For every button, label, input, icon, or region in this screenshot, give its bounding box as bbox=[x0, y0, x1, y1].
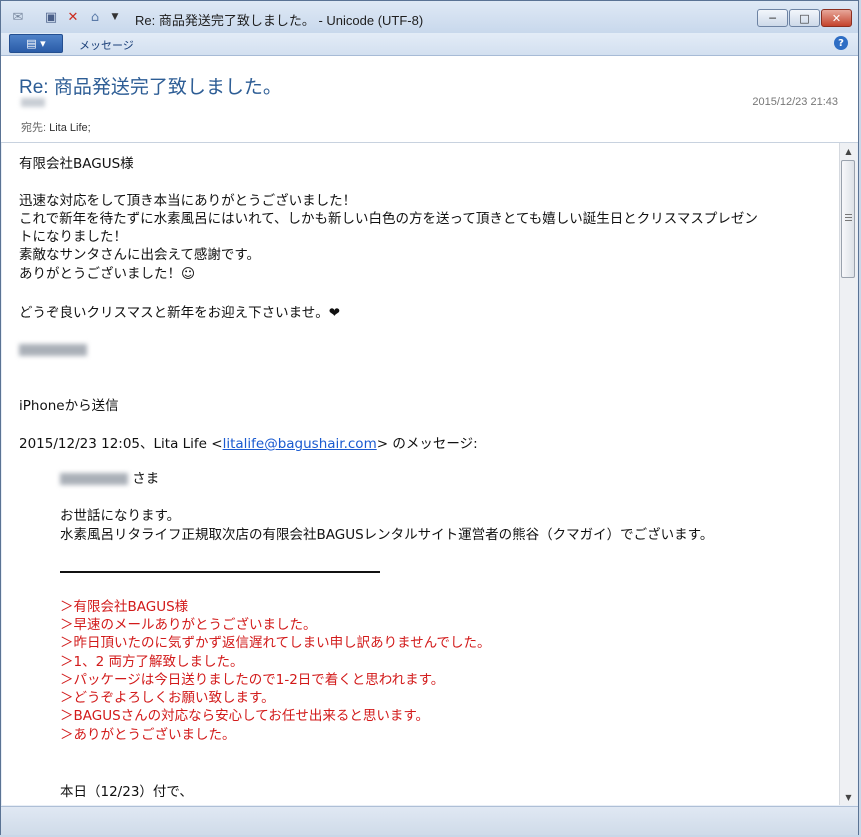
quoted-line: お世話になります。 bbox=[60, 508, 181, 524]
help-icon[interactable]: ? bbox=[834, 36, 848, 50]
recipient-line: 宛先: Lita Life; bbox=[21, 119, 91, 135]
quoted-red-line: ＞ありがとうございました。 bbox=[60, 727, 236, 743]
to-value: Lita Life; bbox=[49, 122, 91, 134]
quoted-red-line: ＞昨日頂いたのに気ずかず返信遅れてしまい申し訳ありませんでした。 bbox=[60, 635, 491, 651]
message-date: 2015/12/23 21:43 bbox=[752, 96, 838, 108]
ribbon-bar: ▤ ▾ メッセージ ? bbox=[1, 33, 858, 56]
window-title: Re: 商品発送完了致しました。 - Unicode (UTF-8) bbox=[135, 13, 424, 28]
minimize-button[interactable]: ─ bbox=[757, 9, 788, 27]
chevron-down-icon[interactable]: ▼ bbox=[107, 9, 123, 25]
view-menu-button[interactable]: ▤ ▾ bbox=[9, 34, 63, 53]
body-line: 素敵なサンタさんに出会えて感謝です。 bbox=[19, 247, 260, 263]
divider-line bbox=[60, 571, 380, 573]
quoted-red-line: ＞早速のメールありがとうございました。 bbox=[60, 617, 317, 633]
sent-from: iPhoneから送信 bbox=[19, 398, 119, 414]
sama-text: さま bbox=[128, 471, 160, 487]
body-line: どうぞ良いクリスマスと新年をお迎え下さいませ。❤ bbox=[19, 305, 341, 321]
body-line: 迅速な対応をして頂き本当にありがとうございました！ bbox=[19, 193, 357, 209]
move-to-folder-icon[interactable]: ⌂ bbox=[87, 9, 103, 25]
title-bar: ✉ ▣ ✕ ⌂ ▼ Re: 商品発送完了致しました。 - Unicode (UT… bbox=[1, 1, 858, 33]
quote-intro-suffix: > のメッセージ: bbox=[376, 436, 478, 452]
envelope-icon: ✉ bbox=[12, 9, 24, 25]
save-icon[interactable]: ▣ bbox=[43, 9, 59, 25]
greeting: 有限会社BAGUS様 bbox=[19, 156, 134, 172]
email-link[interactable]: litalife@bagushair.com bbox=[223, 436, 377, 452]
quoted-red-line: ＞1、2 両方了解致しました。 bbox=[60, 654, 244, 670]
quoted-red-line: ＞有限会社BAGUS様 bbox=[60, 599, 189, 615]
quoted-red-line: ＞どうぞよろしくお願い致します。 bbox=[60, 690, 275, 706]
tab-message[interactable]: メッセージ bbox=[79, 37, 134, 53]
quote-intro-text: 2015/12/23 12:05、Lita Life < bbox=[19, 436, 223, 452]
quoted-line: 水素風呂リタライフ正規取次店の有限会社BAGUSレンタルサイト運営者の熊谷（クマ… bbox=[60, 527, 714, 543]
vertical-scrollbar[interactable]: ▲ ▼ bbox=[839, 143, 857, 805]
sender-name-redacted bbox=[21, 98, 45, 107]
message-body[interactable]: 有限会社BAGUS様 迅速な対応をして頂き本当にありがとうございました！ これで… bbox=[2, 143, 839, 805]
body-line: ありがとうございました！☺ bbox=[19, 266, 196, 282]
message-subject: Re: 商品発送完了致しました。 bbox=[19, 77, 282, 98]
maximize-button[interactable]: □ bbox=[789, 9, 820, 27]
signature-redacted bbox=[19, 341, 87, 360]
quoted-red-line: ＞BAGUSさんの対応なら安心してお任せ出来ると思います。 bbox=[60, 708, 430, 724]
close-button[interactable]: ✕ bbox=[821, 9, 852, 27]
message-header: Re: 商品発送完了致しました。 2015/12/23 21:43 宛先: Li… bbox=[1, 56, 858, 143]
quoted-salutation: さま bbox=[60, 470, 159, 489]
scrollbar-thumb[interactable] bbox=[841, 160, 855, 278]
scroll-down-arrow-icon[interactable]: ▼ bbox=[840, 789, 857, 805]
quoted-line: 本日（12/23）付で、 bbox=[60, 784, 193, 800]
scroll-up-arrow-icon[interactable]: ▲ bbox=[840, 143, 857, 159]
delete-icon[interactable]: ✕ bbox=[65, 9, 81, 25]
quote-intro: 2015/12/23 12:05、Lita Life <litalife@bag… bbox=[19, 435, 478, 454]
email-window: ✉ ▣ ✕ ⌂ ▼ Re: 商品発送完了致しました。 - Unicode (UT… bbox=[0, 0, 859, 835]
quoted-red-line: ＞パッケージは今日送りましたので1-2日で着くと思われます。 bbox=[60, 672, 445, 688]
body-line: これで新年を待たずに水素風呂にはいれて、しかも新しい白色の方を送って頂きとても嬉… bbox=[19, 211, 758, 227]
body-line: トになりました！ bbox=[19, 229, 127, 245]
to-label: 宛先: bbox=[21, 122, 50, 134]
status-bar bbox=[1, 806, 858, 835]
